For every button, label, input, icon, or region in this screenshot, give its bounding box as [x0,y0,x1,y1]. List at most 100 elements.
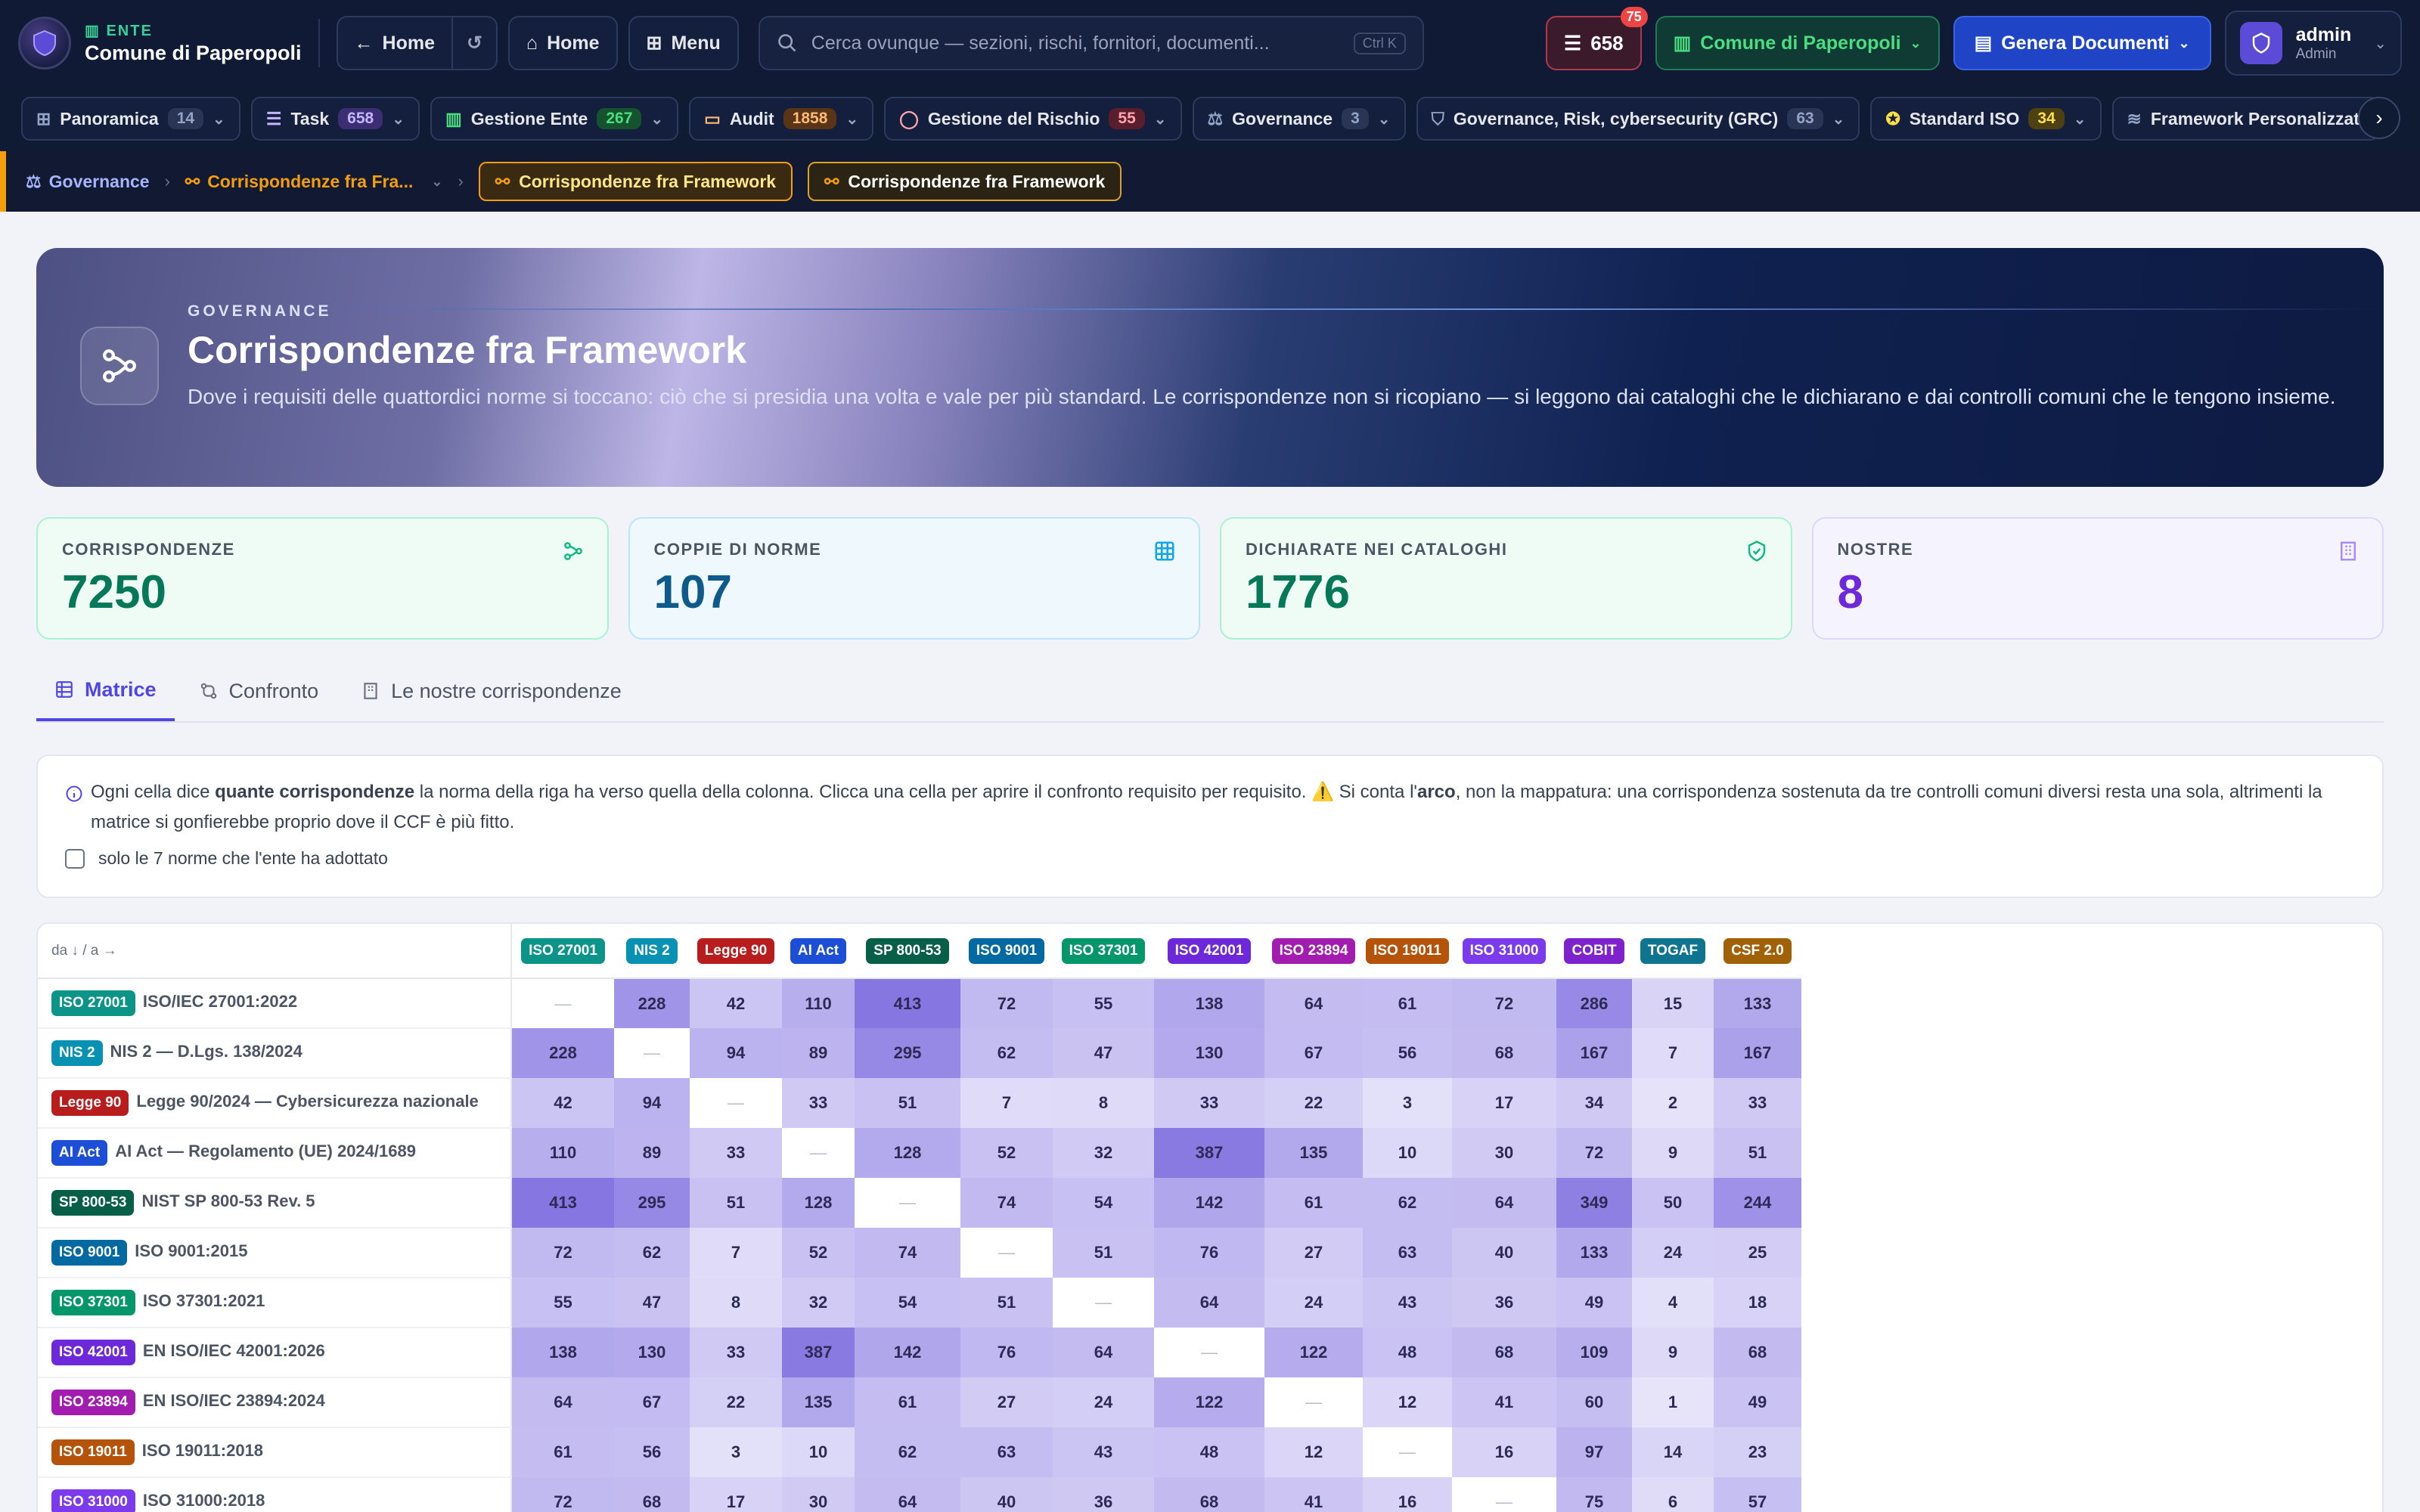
history-button[interactable]: ↺ [451,17,496,69]
matrix-cell[interactable]: 74 [855,1228,960,1278]
matrix-cell[interactable]: 55 [1053,978,1154,1028]
matrix-cell[interactable]: 133 [1714,978,1801,1028]
module-tab-5[interactable]: ◯ Gestione del Rischio 55 ⌄ [884,97,1182,141]
matrix-cell[interactable]: 57 [1714,1477,1801,1512]
matrix-cell[interactable]: 1 [1632,1377,1714,1427]
matrix-cell[interactable]: 3 [1363,1078,1452,1128]
matrix-cell[interactable]: 43 [1053,1427,1154,1477]
matrix-cell[interactable]: 109 [1556,1328,1632,1377]
matrix-cell[interactable]: 295 [855,1028,960,1078]
breadcrumb-governance[interactable]: ⚖ Governance [26,172,150,192]
matrix-cell[interactable]: 9 [1632,1128,1714,1178]
matrix-cell[interactable]: 61 [1264,1178,1363,1228]
breadcrumb-current[interactable]: ⚯ Corrispondenze fra Fra... ⌄ [185,172,443,192]
search-input[interactable]: Cerca ovunque — sezioni, rischi, fornito… [758,16,1424,70]
user-menu[interactable]: admin Admin ⌄ [2224,11,2402,76]
matrix-cell[interactable]: 32 [782,1278,855,1328]
matrix-column-header[interactable]: SP 800-53 [855,924,960,979]
matrix-cell[interactable]: 10 [1363,1128,1452,1178]
matrix-column-header[interactable]: COBIT [1556,924,1632,979]
matrix-column-header[interactable]: Legge 90 [690,924,782,979]
matrix-cell[interactable]: 10 [782,1427,855,1477]
matrix-cell[interactable]: 17 [690,1477,782,1512]
matrix-cell[interactable]: 74 [960,1178,1053,1228]
matrix-cell[interactable]: 7 [1632,1028,1714,1078]
matrix-cell[interactable]: 130 [614,1328,690,1377]
matrix-cell[interactable]: 295 [614,1178,690,1228]
matrix-cell[interactable]: 94 [614,1078,690,1128]
matrix-cell[interactable]: 54 [855,1278,960,1328]
matrix-cell[interactable]: 33 [782,1078,855,1128]
matrix-cell[interactable]: 62 [614,1228,690,1278]
matrix-column-header[interactable]: ISO 23894 [1264,924,1363,979]
matrix-cell[interactable]: 23 [1714,1427,1801,1477]
checkbox[interactable] [65,848,85,869]
menu-button[interactable]: ⊞ Menu [628,16,739,70]
matrix-cell[interactable]: 76 [960,1328,1053,1377]
matrix-cell[interactable]: 7 [960,1078,1053,1128]
matrix-cell[interactable]: 68 [1452,1328,1556,1377]
matrix-cell[interactable]: 14 [1632,1427,1714,1477]
matrix-cell[interactable]: 8 [690,1278,782,1328]
module-tab-8[interactable]: ✪ Standard ISO 34 ⌄ [1870,97,2102,141]
adopted-only-checkbox[interactable]: solo le 7 norme che l'ente ha adottato [65,848,2355,869]
matrix-cell[interactable]: 40 [960,1477,1053,1512]
matrix-cell[interactable]: 62 [855,1427,960,1477]
matrix-cell[interactable]: 25 [1714,1228,1801,1278]
back-home-button[interactable]: ← Home [338,17,451,69]
matrix-cell[interactable]: 8 [1053,1078,1154,1128]
matrix-cell[interactable]: 16 [1452,1427,1556,1477]
tab-nostre[interactable]: Le nostre corrispondenze [343,661,640,721]
matrix-cell[interactable]: 47 [614,1278,690,1328]
module-tab-7[interactable]: ⛉ Governance, Risk, cybersecurity (GRC) 63… [1416,97,1860,141]
matrix-cell[interactable]: 48 [1363,1328,1452,1377]
matrix-cell[interactable]: 49 [1714,1377,1801,1427]
matrix-cell[interactable]: 9 [1632,1328,1714,1377]
matrix-cell[interactable]: 51 [690,1178,782,1228]
matrix-cell[interactable]: 36 [1053,1477,1154,1512]
matrix-cell[interactable]: 89 [614,1128,690,1178]
matrix-cell[interactable]: 64 [1053,1328,1154,1377]
matrix-cell[interactable]: 61 [1363,978,1452,1028]
matrix-cell[interactable]: 33 [1714,1078,1801,1128]
matrix-cell[interactable]: 51 [855,1078,960,1128]
generate-documents-button[interactable]: ▤ Genera Documenti ⌄ [1953,16,2211,70]
matrix-cell[interactable]: 138 [1154,978,1264,1028]
matrix-cell[interactable]: 33 [1154,1078,1264,1128]
matrix-cell[interactable]: 12 [1264,1427,1363,1477]
matrix-cell[interactable]: 64 [1452,1178,1556,1228]
matrix-cell[interactable]: 52 [960,1128,1053,1178]
matrix-cell[interactable]: 41 [1452,1377,1556,1427]
matrix-cell[interactable]: 76 [1154,1228,1264,1278]
matrix-column-header[interactable]: ISO 9001 [960,924,1053,979]
matrix-cell[interactable]: 56 [1363,1028,1452,1078]
matrix-column-header[interactable]: ISO 31000 [1452,924,1556,979]
matrix-column-header[interactable]: ISO 37301 [1053,924,1154,979]
matrix-cell[interactable]: 167 [1714,1028,1801,1078]
tasks-button[interactable]: ☰ 658 75 [1545,7,1648,70]
breadcrumb-chip-page[interactable]: ⚯ Corrispondenze fra Framework [808,162,1122,201]
matrix-cell[interactable]: 110 [511,1128,614,1178]
matrix-cell[interactable]: 34 [1556,1078,1632,1128]
matrix-cell[interactable]: 33 [690,1328,782,1377]
matrix-column-header[interactable]: CSF 2.0 [1714,924,1801,979]
matrix-cell[interactable]: 48 [1154,1427,1264,1477]
matrix-cell[interactable]: 61 [855,1377,960,1427]
matrix-cell[interactable]: 12 [1363,1377,1452,1427]
matrix-cell[interactable]: 50 [1632,1178,1714,1228]
matrix-cell[interactable]: 55 [511,1278,614,1328]
matrix-cell[interactable]: 62 [1363,1178,1452,1228]
matrix-column-header[interactable]: TOGAF [1632,924,1714,979]
matrix-column-header[interactable]: NIS 2 [614,924,690,979]
matrix-cell[interactable]: 128 [782,1178,855,1228]
matrix-cell[interactable]: 122 [1154,1377,1264,1427]
matrix-cell[interactable]: 32 [1053,1128,1154,1178]
matrix-cell[interactable]: 24 [1632,1228,1714,1278]
matrix-cell[interactable]: 27 [1264,1228,1363,1278]
matrix-cell[interactable]: 67 [1264,1028,1363,1078]
matrix-cell[interactable]: 128 [855,1128,960,1178]
matrix-cell[interactable]: 27 [960,1377,1053,1427]
matrix-cell[interactable]: 30 [782,1477,855,1512]
matrix-cell[interactable]: 64 [511,1377,614,1427]
matrix-cell[interactable]: 135 [1264,1128,1363,1178]
